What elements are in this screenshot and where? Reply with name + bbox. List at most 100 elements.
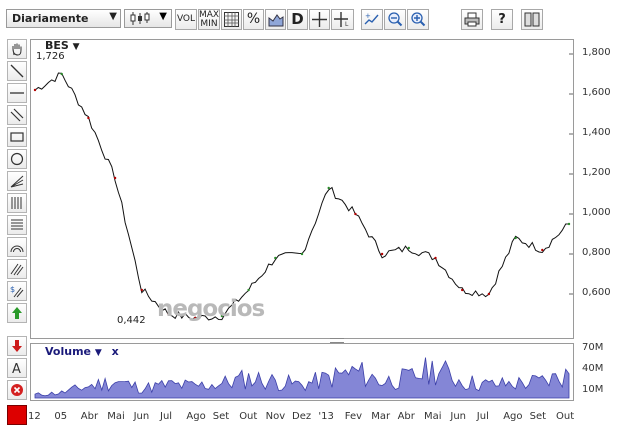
print-button[interactable] bbox=[461, 9, 483, 30]
max-min-button[interactable]: MAX MIN bbox=[198, 9, 220, 30]
y-axis-tick-label: 1,600 bbox=[582, 87, 611, 98]
close-icon bbox=[11, 384, 23, 396]
x-axis-tick-label: Fev bbox=[344, 411, 363, 422]
zoom-in-button[interactable] bbox=[407, 9, 429, 30]
horizontal-line-icon bbox=[10, 92, 24, 94]
x-axis-tick-label: Ago bbox=[503, 411, 523, 422]
period-select[interactable]: Diariamente ▼ bbox=[6, 9, 121, 28]
fan-tool-button[interactable] bbox=[7, 171, 27, 191]
help-label: ? bbox=[498, 12, 506, 27]
percent-label: % bbox=[246, 11, 261, 27]
volume-area bbox=[34, 357, 570, 399]
book-icon bbox=[524, 12, 540, 27]
price-point bbox=[300, 252, 304, 256]
y-axis-tick-label: 1,400 bbox=[582, 127, 611, 138]
x-axis-tick-label: Out bbox=[556, 411, 575, 422]
price-point bbox=[87, 116, 90, 120]
price-point bbox=[567, 222, 571, 226]
fibonacci-vertical-tool-button[interactable] bbox=[7, 193, 27, 213]
svg-text:$: $ bbox=[10, 285, 15, 294]
x-axis-tick-label: 12 bbox=[28, 411, 41, 422]
price-point bbox=[434, 256, 437, 260]
crosshair-label-icon: L bbox=[334, 12, 349, 27]
price-point bbox=[327, 186, 330, 190]
x-axis-tick-label: Nov bbox=[265, 411, 286, 422]
fibonacci-horizontal-tool-button[interactable] bbox=[7, 215, 27, 235]
toolbar: Diariamente ▼ ▼ VOL MAX MIN % D L + ? bbox=[0, 0, 621, 38]
layout-button[interactable] bbox=[521, 9, 543, 30]
y-axis-tick-label: 0,800 bbox=[582, 247, 611, 258]
printer-icon bbox=[464, 12, 480, 27]
negocios-watermark: negocios bbox=[157, 296, 265, 322]
close-icon[interactable]: x bbox=[112, 345, 119, 358]
help-button[interactable]: ? bbox=[491, 9, 513, 30]
grid-button[interactable] bbox=[221, 9, 242, 30]
sell-signal-button[interactable] bbox=[7, 336, 27, 356]
zoom-in-icon bbox=[411, 12, 426, 27]
price-point bbox=[541, 248, 544, 252]
price-channel-tool-button[interactable]: $ bbox=[7, 281, 27, 301]
percent-button[interactable]: % bbox=[243, 9, 264, 30]
crosshair-label-button[interactable]: L bbox=[331, 9, 354, 30]
candlestick-icon bbox=[130, 12, 150, 25]
svg-text:A: A bbox=[12, 362, 21, 375]
pan-tool-button[interactable] bbox=[7, 39, 27, 59]
rectangle-tool-button[interactable] bbox=[7, 127, 27, 147]
price-series-line bbox=[34, 72, 569, 321]
arc-tool-button[interactable] bbox=[7, 237, 27, 257]
area-chart-icon bbox=[268, 14, 283, 27]
chevron-down-icon: ▼ bbox=[109, 11, 117, 22]
chevron-down-icon: ▼ bbox=[94, 348, 102, 358]
x-axis-tick-label: Set bbox=[212, 411, 230, 422]
buy-signal-button[interactable] bbox=[7, 303, 27, 323]
grid-icon bbox=[224, 12, 239, 27]
channel-tool-button[interactable] bbox=[7, 105, 27, 125]
channel-lines-icon bbox=[10, 108, 24, 122]
delete-drawings-button[interactable] bbox=[7, 380, 27, 400]
price-point bbox=[247, 288, 250, 292]
crosshair-button[interactable] bbox=[309, 9, 330, 30]
x-axis-tick-label: Abr bbox=[397, 411, 415, 422]
zoom-out-button[interactable] bbox=[384, 9, 406, 30]
arrow-down-icon bbox=[12, 340, 22, 352]
max-value-label: 1,726 bbox=[36, 51, 65, 62]
zoom-area-button[interactable]: + bbox=[361, 9, 383, 30]
area-chart-button[interactable] bbox=[265, 9, 286, 30]
ellipse-tool-button[interactable] bbox=[7, 149, 27, 169]
x-axis-tick-label: Set bbox=[529, 411, 547, 422]
price-point bbox=[140, 288, 143, 292]
x-axis-tick-label: Dez bbox=[292, 411, 312, 422]
trend-line-tool-button[interactable] bbox=[7, 61, 27, 81]
volume-y-axis-tick-label: 70M bbox=[582, 342, 604, 354]
x-axis-tick-label: Abr bbox=[80, 411, 99, 422]
drawing-color-picker[interactable] bbox=[7, 405, 27, 425]
parallel-lines-icon bbox=[10, 263, 24, 276]
rectangle-icon bbox=[10, 132, 24, 142]
volume-toggle-button[interactable]: VOL bbox=[175, 9, 197, 30]
horizontal-line-tool-button[interactable] bbox=[7, 83, 27, 103]
x-axis-tick-label: Ago bbox=[186, 411, 206, 422]
price-chart[interactable] bbox=[30, 39, 574, 339]
arcs-icon bbox=[10, 245, 24, 253]
x-axis-tick-label: Jul bbox=[160, 411, 173, 422]
price-point bbox=[113, 176, 117, 180]
x-axis-tick-label: Mai bbox=[424, 411, 442, 422]
x-axis-tick-label: Mar bbox=[371, 411, 391, 422]
price-point bbox=[514, 236, 517, 240]
horizontal-lines-icon bbox=[11, 219, 23, 230]
diagonal-line-icon bbox=[10, 64, 24, 78]
vertical-lines-icon bbox=[11, 197, 22, 209]
y-axis-tick-label: 0,600 bbox=[582, 287, 611, 298]
panel-splitter[interactable] bbox=[330, 338, 344, 343]
dividend-button[interactable]: D bbox=[287, 9, 308, 30]
fan-lines-icon bbox=[10, 175, 24, 188]
text-tool-button[interactable]: A bbox=[7, 358, 27, 378]
arrow-up-icon bbox=[12, 307, 22, 319]
x-axis-tick-label: Jul bbox=[476, 411, 489, 422]
parallel-lines-tool-button[interactable] bbox=[7, 259, 27, 279]
chevron-down-icon: ▼ bbox=[72, 42, 80, 52]
chart-type-select[interactable]: ▼ bbox=[124, 9, 172, 28]
volume-y-axis-tick-label: 10M bbox=[582, 384, 604, 396]
letter-a-icon: A bbox=[12, 362, 21, 375]
volume-panel-title[interactable]: Volume ▼ x bbox=[45, 345, 119, 358]
